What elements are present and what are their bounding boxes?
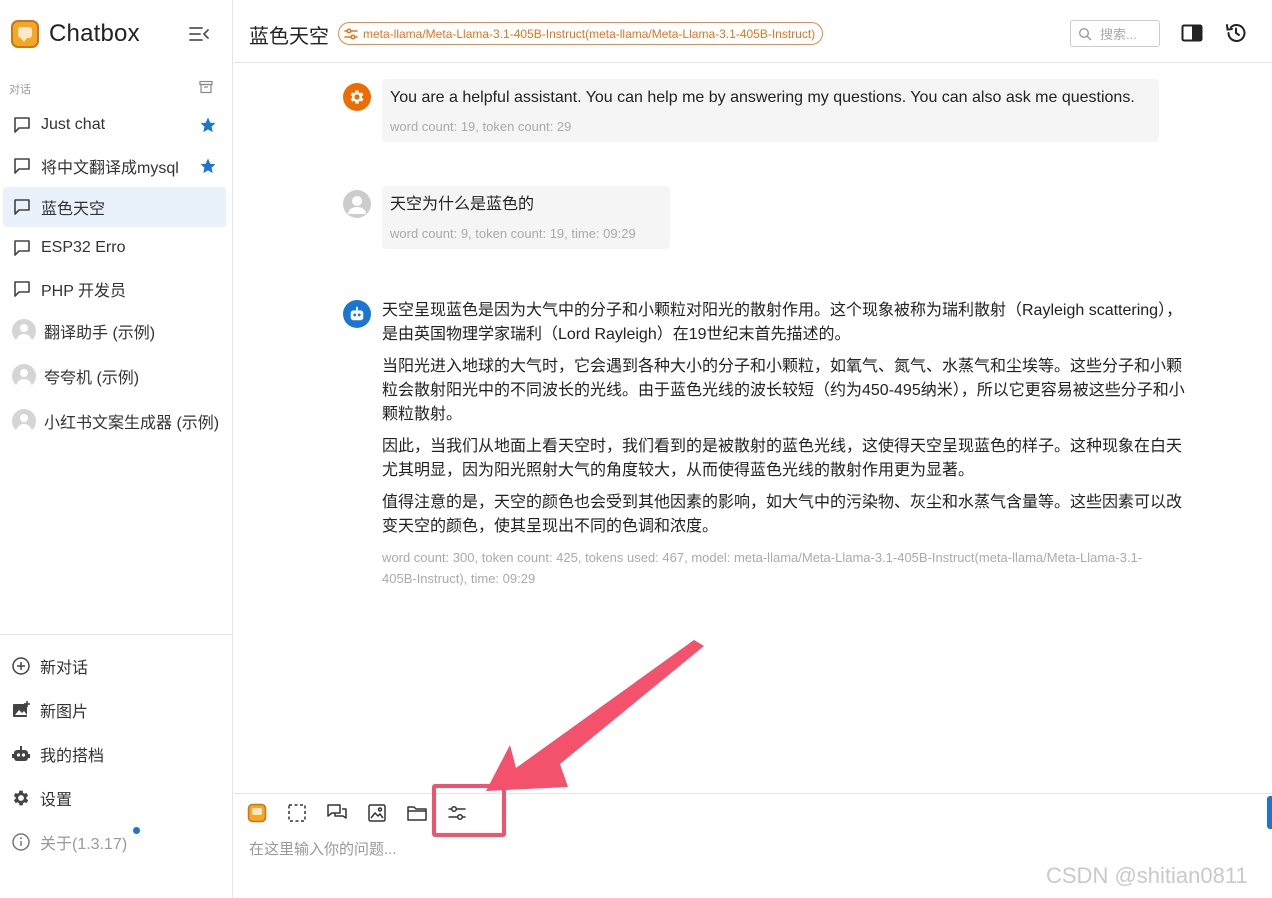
input-divider: [234, 793, 1272, 794]
update-badge: [133, 827, 140, 834]
search-icon: [1078, 27, 1092, 41]
watermark: CSDN @shitian0811: [1046, 863, 1248, 888]
sidebar-divider: [0, 634, 232, 635]
assistant-message-meta: word count: 300, token count: 425, token…: [382, 550, 1143, 586]
annotation-arrow: [486, 640, 704, 791]
chatbox-logo-icon: [11, 20, 39, 48]
persona-label: 夸夸机 (示例): [44, 370, 140, 387]
image-icon[interactable]: [364, 800, 390, 826]
avatar: [12, 364, 36, 388]
assistant-paragraph: 值得注意的是，天空的颜色也会受到其他因素的影响，如大气中的污染物、灰尘和水蒸气含…: [382, 494, 1183, 535]
brand: Chatbox: [11, 18, 140, 50]
collapse-sidebar-icon[interactable]: [188, 24, 210, 44]
plus-circle-icon: [11, 656, 31, 676]
robot-icon: [350, 306, 364, 321]
folder-icon[interactable]: [404, 800, 430, 826]
info-icon: [11, 832, 31, 852]
conversation-item[interactable]: 将中文翻译成mysql: [3, 146, 226, 186]
my-copilots-label: 我的搭档: [40, 748, 105, 765]
star-icon[interactable]: [199, 157, 217, 175]
star-icon[interactable]: [199, 116, 217, 134]
model-name: meta-llama/Meta-Llama-3.1-405B-Instruct(…: [363, 26, 816, 41]
persona-label: 小红书文案生成器 (示例): [44, 415, 220, 432]
persona-item[interactable]: 小红书文案生成器 (示例): [3, 401, 226, 441]
conversation-item[interactable]: PHP 开发员: [3, 269, 226, 309]
search-input[interactable]: 搜索...: [1070, 20, 1160, 47]
archive-icon[interactable]: [199, 80, 213, 94]
chat-bubble-icon: [12, 197, 32, 217]
my-copilots-button[interactable]: 我的搭档: [11, 740, 104, 768]
chat-bubble-icon: [12, 115, 32, 135]
chatbox-logo-icon[interactable]: [244, 800, 270, 826]
persona-item[interactable]: 翻译助手 (示例): [3, 311, 226, 351]
image-plus-icon: [11, 700, 31, 720]
user-message-meta: word count: 9, token count: 19, time: 09…: [390, 226, 636, 241]
system-avatar: [343, 83, 371, 111]
assistant-paragraph: 天空呈现蓝色是因为大气中的分子和小颗粒对阳光的散射作用。这个现象被称为瑞利散射（…: [382, 302, 1183, 343]
gear-icon: [11, 788, 31, 808]
section-label-conversations: 对话: [9, 84, 31, 96]
robot-icon: [11, 744, 31, 764]
avatar: [12, 409, 36, 433]
settings-label: 设置: [40, 792, 73, 809]
user-message-text: 天空为什么是蓝色的: [390, 196, 535, 213]
chat-bubble-icon: [12, 279, 32, 299]
conversation-label: PHP 开发员: [41, 283, 127, 300]
about-button[interactable]: 关于(1.3.17): [11, 828, 127, 856]
model-chip[interactable]: meta-llama/Meta-Llama-3.1-405B-Instruct(…: [338, 22, 824, 45]
persona-label: 翻译助手 (示例): [44, 325, 156, 342]
app-name: Chatbox: [49, 20, 140, 47]
new-chat-button[interactable]: 新对话: [11, 652, 88, 680]
system-message: You are a helpful assistant. You can hel…: [382, 79, 1159, 142]
selection-icon[interactable]: [284, 800, 310, 826]
system-message-meta: word count: 19, token count: 29: [390, 119, 572, 134]
chat-bubble-icon: [12, 156, 32, 176]
user-avatar: [343, 190, 371, 218]
conversation-label: Just chat: [41, 116, 106, 133]
assistant-paragraph: 当阳光进入地球的大气时，它会遇到各种大小的分子和小颗粒，如氧气、氮气、水蒸气和尘…: [382, 358, 1185, 423]
conversation-item[interactable]: Just chat: [3, 105, 226, 145]
chat-bubbles-icon[interactable]: [324, 800, 350, 826]
sidebar: Chatbox 对话 Just chat 将中文翻译成mysql 蓝色天空 ES…: [0, 0, 233, 898]
chat-header: 蓝色天空 meta-llama/Meta-Llama-3.1-405B-Inst…: [234, 0, 1272, 63]
avatar: [12, 319, 36, 343]
new-image-label: 新图片: [40, 704, 89, 721]
conversation-item-active[interactable]: 蓝色天空: [3, 187, 226, 227]
new-image-button[interactable]: 新图片: [11, 696, 88, 724]
message-input[interactable]: [249, 836, 1249, 862]
conversation-item[interactable]: ESP32 Erro: [3, 228, 226, 268]
assistant-message: 天空呈现蓝色是因为大气中的分子和小颗粒对阳光的散射作用。这个现象被称为瑞利散射（…: [382, 299, 1196, 589]
layout-toggle-icon[interactable]: [1180, 21, 1204, 45]
user-message: 天空为什么是蓝色的 word count: 9, token count: 19…: [382, 186, 670, 249]
search-placeholder: 搜索...: [1100, 27, 1137, 42]
history-icon[interactable]: [1224, 21, 1248, 45]
gear-icon: [350, 90, 364, 104]
persona-item[interactable]: 夸夸机 (示例): [3, 356, 226, 396]
conversation-label: ESP32 Erro: [41, 239, 126, 256]
new-chat-label: 新对话: [40, 660, 89, 677]
about-label: 关于(1.3.17): [40, 836, 128, 853]
system-message-text: You are a helpful assistant. You can hel…: [390, 89, 1135, 106]
sliders-icon: [343, 26, 359, 42]
send-button[interactable]: [1267, 796, 1272, 829]
conversation-label: 蓝色天空: [41, 201, 106, 218]
chat-bubble-icon: [12, 238, 32, 258]
settings-button[interactable]: 设置: [11, 784, 72, 812]
assistant-paragraph: 因此，当我们从地面上看天空时，我们看到的是被散射的蓝色光线，这使得天空呈现蓝色的…: [382, 438, 1183, 479]
conversation-label: 将中文翻译成mysql: [41, 160, 179, 177]
assistant-avatar: [343, 300, 371, 328]
page-title: 蓝色天空: [249, 26, 329, 48]
